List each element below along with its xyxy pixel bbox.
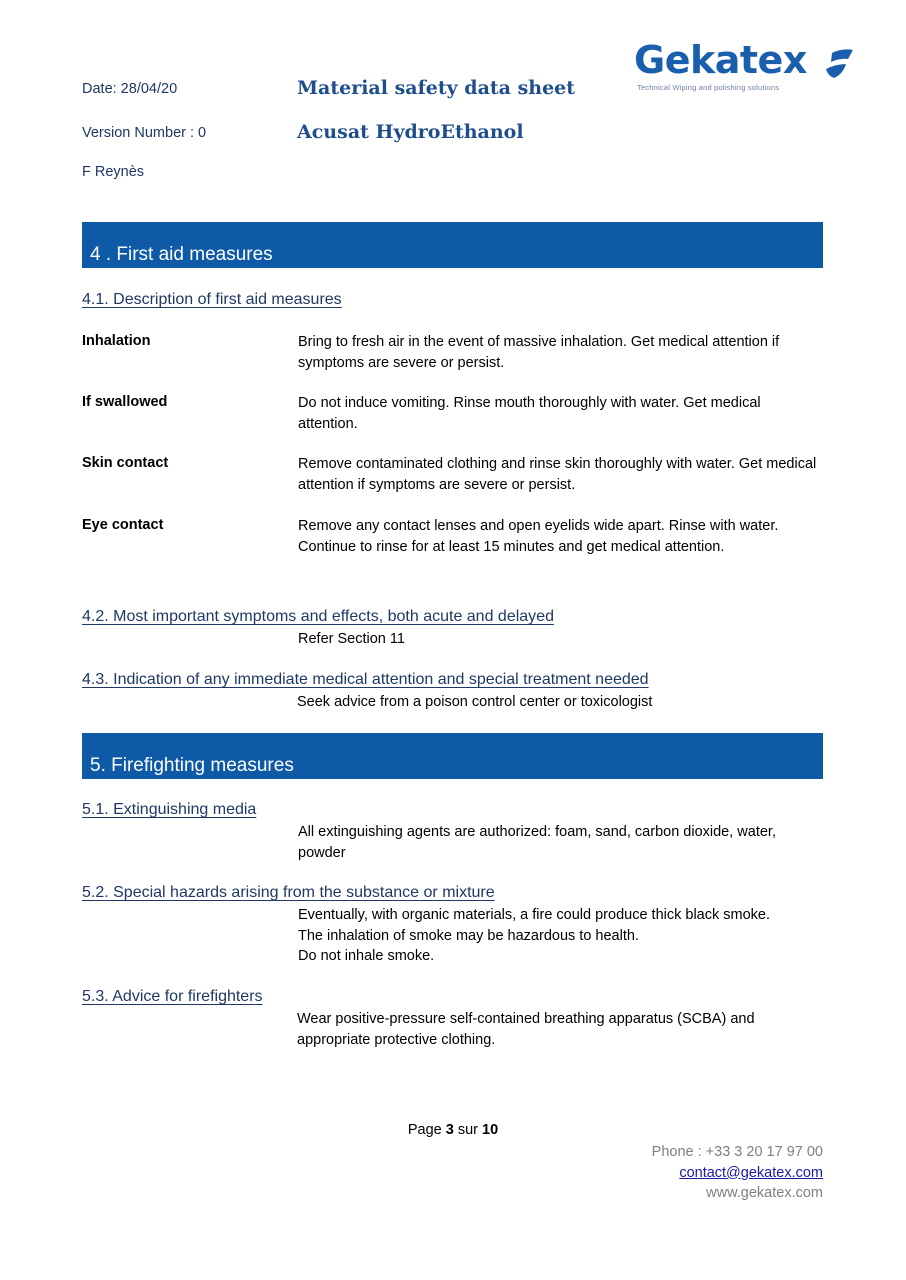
logo-tagline: Technical Wiping and polishing solutions: [637, 83, 780, 92]
document-date: Date: 28/04/20: [82, 81, 178, 97]
section-4-header: 4 . First aid measures: [82, 222, 823, 268]
document-title: Material safety data sheet: [297, 77, 576, 99]
contact-phone: Phone : +33 3 20 17 97 00: [651, 1144, 823, 1160]
first-aid-text-inhalation: Bring to fresh air in the event of massi…: [298, 334, 780, 371]
subsection-5-1-text: All extinguishing agents are authorized:…: [298, 824, 776, 861]
subsection-5-2-line-2: The inhalation of smoke may be hazardous…: [298, 928, 639, 944]
subsection-5-3-heading: 5.3. Advice for firefighters: [82, 988, 263, 1005]
subsection-4-3-text: Seek advice from a poison control center…: [297, 694, 653, 710]
first-aid-label-swallowed: If swallowed: [82, 394, 168, 410]
subsection-4-2-heading: 4.2. Most important symptoms and effects…: [82, 608, 554, 625]
section-5-header: 5. Firefighting measures: [82, 733, 823, 779]
product-name: Acusat HydroEthanol: [297, 121, 524, 143]
subsection-5-2-line-3: Do not inhale smoke.: [298, 948, 435, 964]
subsection-5-1-heading: 5.1. Extinguishing media: [82, 801, 257, 818]
company-logo: Gekatex Technical Wiping and polishing s…: [634, 38, 856, 96]
page-total: 10: [482, 1122, 499, 1138]
author: F Reynès: [82, 164, 145, 180]
logo-swoosh-icon: [826, 49, 853, 78]
first-aid-label-eye: Eye contact: [82, 517, 164, 533]
page-prefix: Page: [407, 1122, 446, 1138]
subsection-5-3-text: Wear positive-pressure self-contained br…: [297, 1011, 755, 1048]
first-aid-label-skin: Skin contact: [82, 455, 169, 471]
subsection-4-2-text: Refer Section 11: [298, 631, 405, 647]
first-aid-label-inhalation: Inhalation: [82, 333, 151, 349]
page-separator: sur: [453, 1122, 483, 1138]
subsection-5-2-heading: 5.2. Special hazards arising from the su…: [82, 884, 495, 901]
first-aid-text-eye: Remove any contact lenses and open eyeli…: [298, 518, 779, 555]
first-aid-text-swallowed: Do not induce vomiting. Rinse mouth thor…: [298, 395, 761, 432]
contact-website[interactable]: www.gekatex.com: [652, 1183, 823, 1204]
first-aid-text-skin: Remove contaminated clothing and rinse s…: [298, 456, 817, 493]
contact-block: Phone : +33 3 20 17 97 00 contact@gekate…: [652, 1142, 823, 1204]
page-indicator: Page 3 sur 10: [0, 1122, 906, 1138]
contact-email-link[interactable]: contact@gekatex.com: [679, 1165, 823, 1181]
section-4-title: 4 . First aid measures: [90, 244, 273, 265]
logo-wordmark: Gekatex: [634, 38, 807, 82]
subsection-4-1-heading: 4.1. Description of first aid measures: [82, 291, 342, 308]
subsection-5-2-line-1: Eventually, with organic materials, a fi…: [298, 907, 771, 923]
section-5-title: 5. Firefighting measures: [90, 755, 294, 776]
subsection-4-3-heading: 4.3. Indication of any immediate medical…: [82, 671, 649, 688]
version-number: Version Number : 0: [82, 125, 207, 141]
page-current: 3: [445, 1122, 454, 1138]
